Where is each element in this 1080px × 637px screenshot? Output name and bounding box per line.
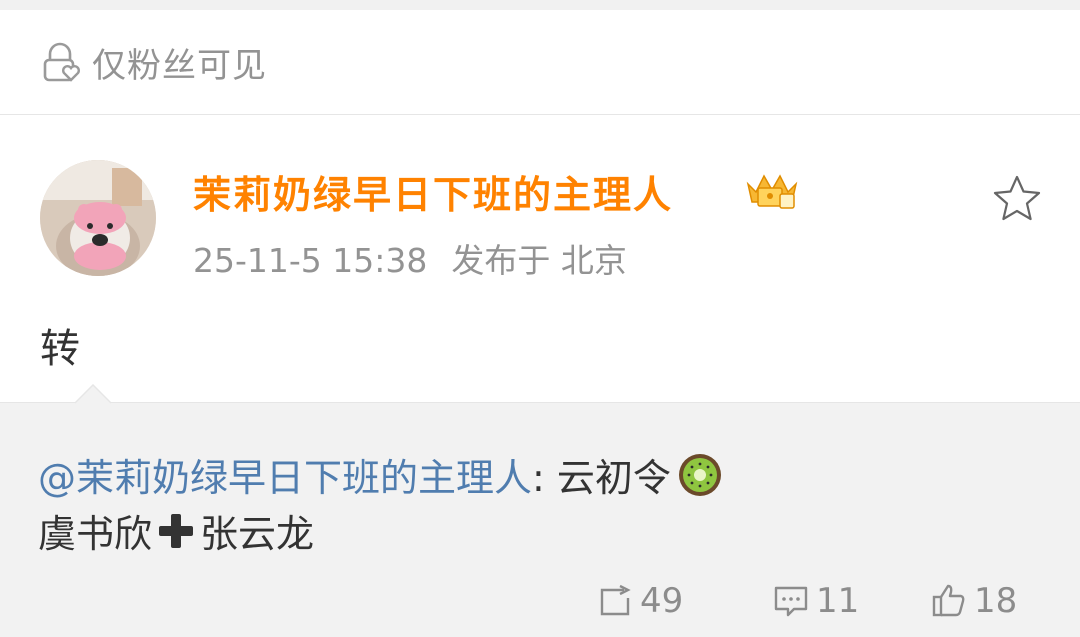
thumbs-up-icon — [932, 584, 965, 617]
post-location: 发布于 北京 — [451, 241, 627, 280]
lock-heart-icon — [43, 42, 80, 82]
action-bar: 49 11 18 — [0, 581, 1080, 621]
comment-count: 11 — [816, 581, 860, 621]
mention-link[interactable]: @茉莉奶绿早日下班的主理人 — [38, 447, 532, 502]
post-header: 茉莉奶绿早日下班的主理人 25-11-5 15:38 发布于 北京 — [0, 116, 1080, 286]
comment-button[interactable]: 11 — [772, 581, 859, 621]
kiwi-emoji — [678, 453, 721, 496]
star-icon[interactable] — [992, 174, 1042, 222]
top-strip — [0, 0, 1080, 10]
post-text: 转 — [40, 326, 80, 372]
forward-count: 49 — [640, 581, 684, 621]
crown-badge-icon[interactable] — [742, 168, 800, 212]
repost-text: : 云初令 — [532, 456, 671, 500]
repost-caret — [75, 384, 111, 404]
comment-icon — [774, 586, 808, 617]
plus-emoji — [159, 513, 194, 548]
visibility-bar: 仅粉丝可见 — [0, 10, 1080, 115]
post-date: 25-11-5 15:38 — [193, 241, 428, 280]
avatar[interactable] — [40, 160, 156, 276]
repost-line-2: 虞书欣 张云龙 — [38, 503, 314, 558]
repost-name-b: 张云龙 — [200, 512, 315, 556]
repost-line-1: @茉莉奶绿早日下班的主理人 : 云初令 — [38, 447, 723, 502]
author-name[interactable]: 茉莉奶绿早日下班的主理人 — [193, 164, 673, 219]
like-count: 18 — [974, 581, 1018, 621]
like-button[interactable]: 18 — [930, 581, 1017, 621]
forward-button[interactable]: 49 — [596, 581, 683, 621]
visibility-label: 仅粉丝可见 — [92, 45, 267, 86]
repost-name-a: 虞书欣 — [38, 512, 153, 556]
repost-card[interactable]: @茉莉奶绿早日下班的主理人 : 云初令 虞书欣 张云龙 49 11 18 — [0, 402, 1080, 637]
forward-icon — [600, 584, 631, 616]
post-meta: 25-11-5 15:38 发布于 北京 — [193, 234, 627, 282]
